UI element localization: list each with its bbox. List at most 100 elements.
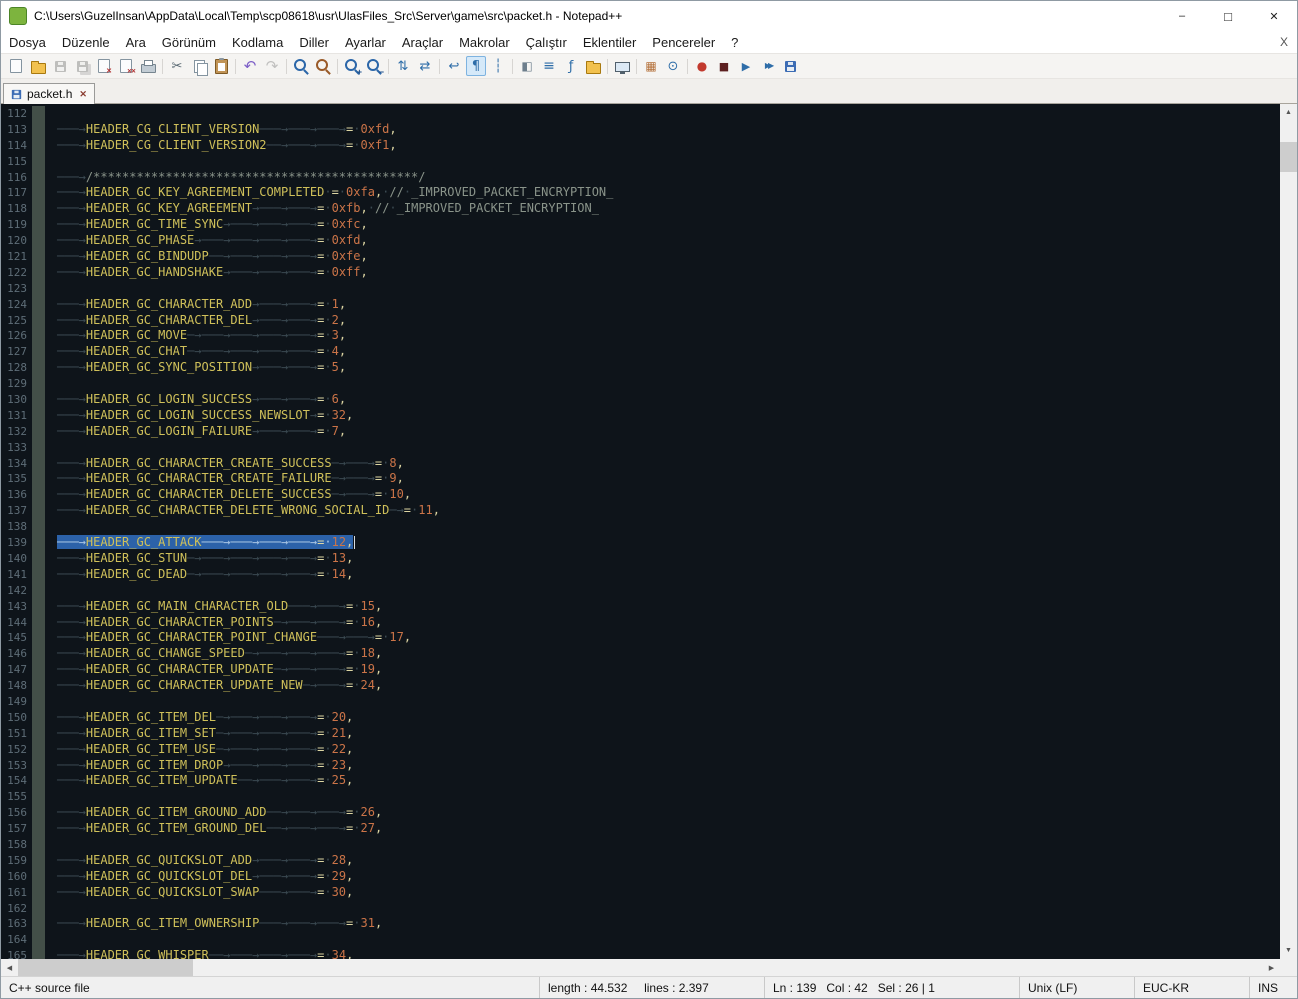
code-text[interactable]: ───→HEADER_GC_PHASE→───→───→───→───→=·0x…: [57, 233, 1280, 249]
code-line-134[interactable]: 134───→HEADER_GC_CHARACTER_CREATE_SUCCES…: [1, 456, 1280, 472]
line-number[interactable]: 154: [1, 773, 32, 789]
line-number[interactable]: 118: [1, 201, 32, 217]
fold-margin[interactable]: [32, 408, 45, 424]
word-wrap-button[interactable]: ↩: [444, 56, 464, 76]
line-number[interactable]: 157: [1, 821, 32, 837]
code-line-151[interactable]: 151 ───→HEADER_GC_ITEM_SET─→───→───→───→=…: [1, 726, 1280, 742]
title-bar[interactable]: C:\Users\GuzelInsan\AppData\Local\Temp\s…: [1, 1, 1297, 31]
fold-margin[interactable]: [32, 440, 45, 456]
code-text[interactable]: ───→HEADER_GC_WHISPER──→───→───→───→=·34…: [57, 948, 1280, 959]
line-number[interactable]: 151: [1, 726, 32, 742]
code-text[interactable]: ───→HEADER_GC_MAIN_CHARACTER_OLD───→───→…: [57, 599, 1280, 615]
line-number[interactable]: 135: [1, 471, 32, 487]
line-number[interactable]: 162: [1, 901, 32, 917]
line-number[interactable]: 130: [1, 392, 32, 408]
code-line-135[interactable]: 135───→HEADER_GC_CHARACTER_CREATE_FAILUR…: [1, 471, 1280, 487]
line-number[interactable]: 142: [1, 583, 32, 599]
code-line-115[interactable]: 115: [1, 154, 1280, 170]
menu-araclar[interactable]: Araçlar: [394, 33, 451, 52]
code-line-130[interactable]: 130───→HEADER_GC_LOGIN_SUCCESS→───→───→=…: [1, 392, 1280, 408]
code-line-133[interactable]: 133: [1, 440, 1280, 456]
function-list-button[interactable]: ƒ: [561, 56, 581, 76]
line-number[interactable]: 120: [1, 233, 32, 249]
code-text[interactable]: ───→HEADER_GC_ITEM_SET─→───→───→───→=·21…: [57, 726, 1280, 742]
save-file-button[interactable]: [50, 56, 70, 76]
fold-margin[interactable]: [32, 328, 45, 344]
indent-guide-button[interactable]: ┆: [488, 56, 508, 76]
zoom-in-button[interactable]: +: [342, 56, 362, 76]
line-number[interactable]: 143: [1, 599, 32, 615]
line-number[interactable]: 165: [1, 948, 32, 959]
status-insert-mode[interactable]: INS: [1249, 977, 1297, 998]
fold-margin[interactable]: [32, 360, 45, 376]
code-text[interactable]: [57, 694, 1280, 710]
menu-calistir[interactable]: Çalıştır: [518, 33, 575, 52]
code-line-118[interactable]: 118───→HEADER_GC_KEY_AGREEMENT→───→───→=…: [1, 201, 1280, 217]
code-line-117[interactable]: 117───→HEADER_GC_KEY_AGREEMENT_COMPLETED…: [1, 185, 1280, 201]
menu-help[interactable]: ?: [723, 33, 746, 52]
code-text[interactable]: ───→HEADER_GC_CHARACTER_ADD→───→───→=·1,: [57, 297, 1280, 313]
code-text[interactable]: ───→HEADER_GC_CHANGE_SPEED─→───→───→───→…: [57, 646, 1280, 662]
code-text[interactable]: ───→HEADER_GC_ITEM_GROUND_DEL──→───→───→…: [57, 821, 1280, 837]
status-encoding[interactable]: EUC-KR: [1134, 977, 1249, 998]
line-number[interactable]: 131: [1, 408, 32, 424]
menu-pencereler[interactable]: Pencereler: [644, 33, 723, 52]
code-text[interactable]: [57, 837, 1280, 853]
fold-margin[interactable]: [32, 265, 45, 281]
fold-margin[interactable]: [32, 821, 45, 837]
editor[interactable]: 112113───→HEADER_CG_CLIENT_VERSION───→──…: [1, 104, 1297, 959]
paste-button[interactable]: [211, 56, 231, 76]
fold-margin[interactable]: [32, 376, 45, 392]
code-text[interactable]: [57, 932, 1280, 948]
menu-ayarlar[interactable]: Ayarlar: [337, 33, 394, 52]
code-line-147[interactable]: 147───→HEADER_GC_CHARACTER_UPDATE─→───→─…: [1, 662, 1280, 678]
fold-margin[interactable]: [32, 678, 45, 694]
code-text[interactable]: ───→/***********************************…: [57, 170, 1280, 186]
close-button[interactable]: ✕: [1251, 1, 1297, 31]
menu-makrolar[interactable]: Makrolar: [451, 33, 518, 52]
code-text[interactable]: [57, 376, 1280, 392]
code-line-127[interactable]: 127───→HEADER_GC_CHAT─→───→───→───→───→=…: [1, 344, 1280, 360]
fold-margin[interactable]: [32, 551, 45, 567]
code-line-137[interactable]: 137───→HEADER_GC_CHARACTER_DELETE_WRONG_…: [1, 503, 1280, 519]
code-text[interactable]: ───→HEADER_CG_CLIENT_VERSION2──→───→───→…: [57, 138, 1280, 154]
fold-margin[interactable]: [32, 710, 45, 726]
fold-margin[interactable]: [32, 535, 45, 551]
line-number[interactable]: 117: [1, 185, 32, 201]
code-line-158[interactable]: 158: [1, 837, 1280, 853]
view-in-browser-button[interactable]: ⊙: [663, 56, 683, 76]
sync-horizontal-scrolling-button[interactable]: ⇄: [415, 56, 435, 76]
find-button[interactable]: [291, 56, 311, 76]
folder-as-workspace-button[interactable]: [583, 56, 603, 76]
code-line-146[interactable]: 146───→HEADER_GC_CHANGE_SPEED─→───→───→─…: [1, 646, 1280, 662]
line-number[interactable]: 159: [1, 853, 32, 869]
fold-margin[interactable]: [32, 567, 45, 583]
code-line-139[interactable]: 139───→HEADER_GC_ATTACK───→───→───→───→=…: [1, 535, 1280, 551]
code-line-122[interactable]: 122───→HEADER_GC_HANDSHAKE→───→───→───→=…: [1, 265, 1280, 281]
document-list-button[interactable]: ≡: [539, 56, 559, 76]
code-line-140[interactable]: 140───→HEADER_GC_STUN─→───→───→───→───→=…: [1, 551, 1280, 567]
code-text[interactable]: [57, 154, 1280, 170]
fold-margin[interactable]: [32, 217, 45, 233]
fold-margin[interactable]: [32, 901, 45, 917]
fold-margin[interactable]: [32, 599, 45, 615]
line-number[interactable]: 156: [1, 805, 32, 821]
code-text[interactable]: ───→HEADER_GC_CHARACTER_DELETE_SUCCESS─→…: [57, 487, 1280, 503]
code-text[interactable]: ───→HEADER_CG_CLIENT_VERSION───→───→───→…: [57, 122, 1280, 138]
fold-margin[interactable]: [32, 471, 45, 487]
line-number[interactable]: 125: [1, 313, 32, 329]
code-line-157[interactable]: 157 ───→HEADER_GC_ITEM_GROUND_DEL──→───→─…: [1, 821, 1280, 837]
code-text[interactable]: ───→HEADER_GC_CHARACTER_UPDATE_NEW─→───→…: [57, 678, 1280, 694]
code-text[interactable]: ───→HEADER_GC_QUICKSLOT_SWAP───→───→=·30…: [57, 885, 1280, 901]
vertical-scroll-thumb[interactable]: [1280, 142, 1297, 172]
menu-dosya[interactable]: Dosya: [1, 33, 54, 52]
code-text[interactable]: ───→HEADER_GC_MOVE─→───→───→───→───→=·3,: [57, 328, 1280, 344]
fold-margin[interactable]: [32, 424, 45, 440]
code-text[interactable]: ───→HEADER_GC_DEAD─→───→───→───→───→=·14…: [57, 567, 1280, 583]
code-text[interactable]: ───→HEADER_GC_HANDSHAKE→───→───→───→=·0x…: [57, 265, 1280, 281]
record-macro-button[interactable]: ●: [692, 56, 712, 76]
line-number[interactable]: 138: [1, 519, 32, 535]
line-number[interactable]: 114: [1, 138, 32, 154]
code-line-131[interactable]: 131───→HEADER_GC_LOGIN_SUCCESS_NEWSLOT→=…: [1, 408, 1280, 424]
code-text[interactable]: ───→HEADER_GC_ITEM_GROUND_ADD──→───→───→…: [57, 805, 1280, 821]
